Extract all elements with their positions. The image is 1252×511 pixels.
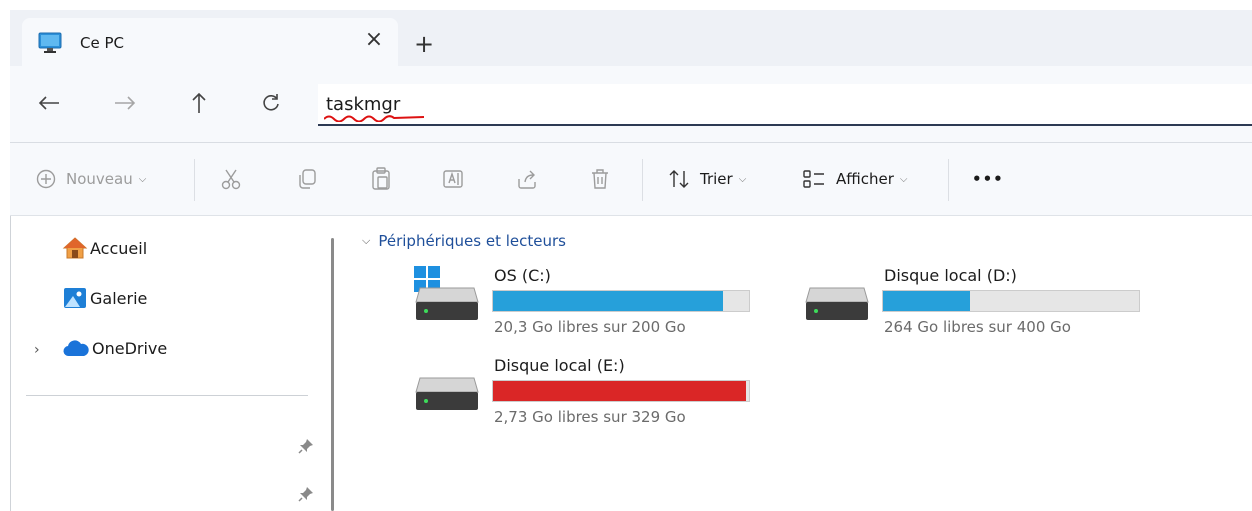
chevron-down-icon: ⌵ xyxy=(738,173,747,185)
arrow-up-icon xyxy=(192,92,206,113)
scissors-icon xyxy=(221,169,241,190)
drive-free-space: 20,3 Go libres sur 200 Go xyxy=(494,318,686,336)
refresh-button[interactable] xyxy=(256,88,286,118)
tab-strip: Ce PC × + xyxy=(10,10,1252,66)
spellcheck-squiggle xyxy=(324,115,424,122)
sidebar-item-onedrive[interactable]: OneDrive xyxy=(62,338,167,358)
command-bar: Nouveau ⌵ Trier ⌵ Afficher ⌵ ••• xyxy=(10,143,1252,216)
sidebar-item-label: Accueil xyxy=(90,238,148,258)
sort-button[interactable]: Trier ⌵ xyxy=(668,165,746,193)
address-bar[interactable] xyxy=(318,84,1252,126)
usage-bar-fill xyxy=(493,381,747,401)
toolbar-separator xyxy=(194,159,195,201)
drive-c[interactable]: OS (C:) 20,3 Go libres sur 200 Go xyxy=(414,266,774,338)
toolbar-separator xyxy=(642,159,643,201)
sort-icon xyxy=(669,170,689,188)
tab-ce-pc[interactable]: Ce PC × xyxy=(22,18,398,66)
paste-button[interactable] xyxy=(370,165,392,193)
hard-drive-icon xyxy=(415,377,479,410)
arrow-right-icon xyxy=(115,96,136,110)
usage-bar-fill xyxy=(493,291,724,311)
onedrive-cloud-icon xyxy=(63,340,89,357)
plus-circle-icon xyxy=(36,169,56,189)
address-input[interactable] xyxy=(324,88,1228,120)
view-button[interactable]: Afficher ⌵ xyxy=(802,165,908,193)
more-options-button[interactable]: ••• xyxy=(972,165,1004,193)
drive-name: OS (C:) xyxy=(494,266,551,285)
share-icon xyxy=(518,170,536,189)
drive-name: Disque local (D:) xyxy=(884,266,1017,285)
window-left-border xyxy=(10,216,11,511)
rename-button[interactable] xyxy=(442,165,464,193)
navigation-bar xyxy=(10,66,1252,143)
computer-icon xyxy=(38,32,62,58)
sidebar-item-label: OneDrive xyxy=(92,338,168,358)
refresh-icon xyxy=(263,94,279,111)
group-header[interactable]: ⌵ Périphériques et lecteurs xyxy=(362,232,566,250)
trash-icon xyxy=(592,169,608,189)
sidebar-item-label: Galerie xyxy=(90,288,148,308)
pin-icon[interactable] xyxy=(298,438,314,454)
chevron-down-icon: ⌵ xyxy=(138,173,147,185)
usage-bar xyxy=(492,290,750,312)
sidebar-item-galerie[interactable]: Galerie xyxy=(62,286,147,310)
close-tab-button[interactable]: × xyxy=(360,26,388,54)
delete-button[interactable] xyxy=(590,165,610,193)
view-label: Afficher xyxy=(836,170,894,188)
home-icon xyxy=(62,237,88,259)
drive-e[interactable]: Disque local (E:) 2,73 Go libres sur 329… xyxy=(414,356,774,428)
usage-bar xyxy=(492,380,750,402)
cut-button[interactable] xyxy=(220,165,242,193)
content-area: ⌵ Périphériques et lecteurs OS (C:) 20,3… xyxy=(342,216,1252,511)
toolbar-separator xyxy=(948,159,949,201)
sidebar-item-accueil[interactable]: Accueil xyxy=(62,236,147,260)
new-button[interactable]: Nouveau ⌵ xyxy=(36,165,146,193)
usage-bar xyxy=(882,290,1140,312)
rename-icon xyxy=(443,170,463,188)
nav-scrollbar[interactable] xyxy=(331,238,334,511)
drive-free-space: 2,73 Go libres sur 329 Go xyxy=(494,408,686,426)
nav-divider xyxy=(26,395,308,396)
chevron-right-icon[interactable]: › xyxy=(34,342,40,358)
new-tab-button[interactable]: + xyxy=(410,30,438,58)
clipboard-icon xyxy=(372,167,390,190)
pin-icon[interactable] xyxy=(298,486,314,502)
chevron-down-icon: ⌵ xyxy=(899,173,908,185)
drive-d[interactable]: Disque local (D:) 264 Go libres sur 400 … xyxy=(804,266,1164,338)
group-title: Périphériques et lecteurs xyxy=(378,232,566,250)
new-label: Nouveau xyxy=(66,170,133,188)
hard-drive-icon xyxy=(415,287,479,320)
view-list-icon xyxy=(803,170,824,188)
copy-button[interactable] xyxy=(296,165,318,193)
usage-bar-fill xyxy=(883,291,971,311)
chevron-down-icon: ⌵ xyxy=(362,234,371,247)
back-button[interactable] xyxy=(34,88,64,118)
navigation-pane: Accueil Galerie › OneDrive xyxy=(10,216,340,511)
arrow-left-icon xyxy=(38,96,59,110)
hard-drive-icon xyxy=(805,287,869,320)
up-button[interactable] xyxy=(184,88,214,118)
gallery-icon xyxy=(64,288,86,308)
drive-name: Disque local (E:) xyxy=(494,356,625,375)
drive-free-space: 264 Go libres sur 400 Go xyxy=(884,318,1071,336)
share-button[interactable] xyxy=(516,165,538,193)
sort-label: Trier xyxy=(700,170,733,188)
forward-button[interactable] xyxy=(110,88,140,118)
tab-title: Ce PC xyxy=(80,34,124,52)
copy-icon xyxy=(299,169,316,189)
